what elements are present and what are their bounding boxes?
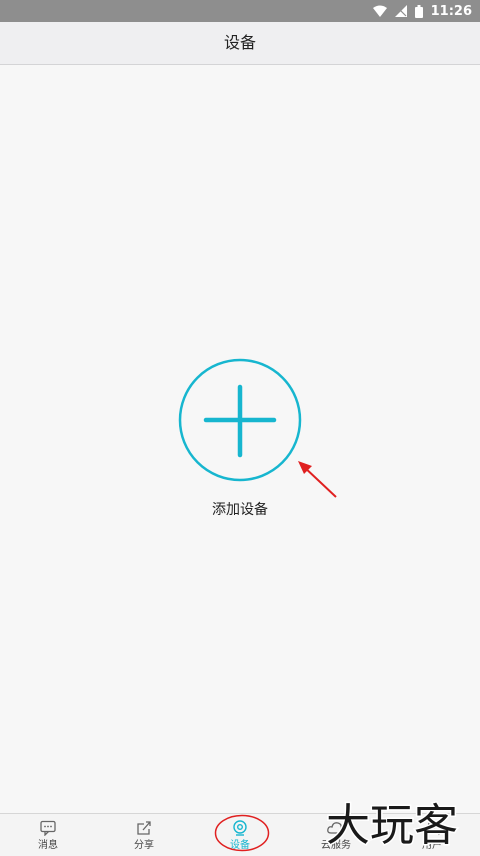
plus-circle-icon	[178, 358, 302, 482]
watermark-text: 大玩客	[326, 800, 458, 851]
watermark-logo: 大玩客	[326, 799, 460, 853]
annotation-arrow-icon	[298, 461, 337, 498]
tab-share-label: 分享	[134, 840, 154, 851]
status-icons: 11:26	[372, 0, 472, 22]
battery-icon	[414, 4, 423, 18]
share-icon	[137, 821, 151, 835]
title-bar: 设备	[0, 22, 480, 65]
page-title: 设备	[223, 33, 256, 52]
tab-share[interactable]: 分享	[96, 814, 192, 856]
tab-messages-label: 消息	[38, 840, 58, 851]
tab-messages[interactable]: 消息	[0, 814, 96, 856]
add-device-button[interactable]	[178, 358, 302, 482]
status-bar: 11:26	[0, 0, 480, 22]
wifi-icon	[372, 5, 387, 17]
annotation-circle	[214, 814, 270, 852]
message-icon	[40, 820, 56, 836]
signal-icon	[394, 5, 407, 17]
add-device-label: 添加设备	[212, 502, 268, 518]
status-time: 11:26	[430, 3, 472, 19]
